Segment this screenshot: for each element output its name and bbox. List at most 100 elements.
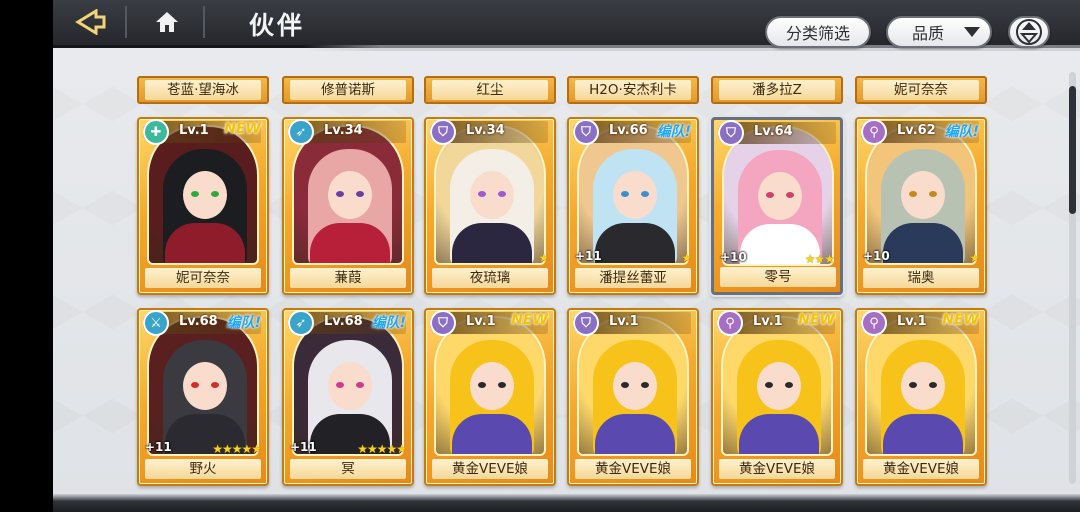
portrait-outfit xyxy=(595,223,675,263)
partner-card[interactable]: ⛉ Lv.66 编队! +11 ★ 潘提丝蕾亚 xyxy=(567,117,699,295)
partner-card-partial[interactable]: 红尘 xyxy=(424,76,556,104)
portrait-eye xyxy=(498,191,506,197)
partner-card[interactable]: ⚲ Lv.1 NEW 黄金VEVE娘 xyxy=(711,308,843,486)
partner-portrait xyxy=(434,316,546,456)
portrait-eye xyxy=(336,382,344,388)
name-plate: 黄金VEVE娘 xyxy=(429,456,551,482)
partner-card[interactable]: ⚲ Lv.1 NEW 黄金VEVE娘 xyxy=(855,308,987,486)
name-plate: 瑞奥 xyxy=(860,265,982,291)
partner-name: 瑞奥 xyxy=(863,268,979,288)
partner-card-partial[interactable]: 苍蓝·望海冰 xyxy=(137,76,269,104)
portrait-face xyxy=(328,362,372,410)
new-badge: NEW xyxy=(224,121,261,137)
portrait-eye xyxy=(478,382,486,388)
partner-card-partial[interactable]: H2O·安杰利卡 xyxy=(567,76,699,104)
partner-name: 妮可奈奈 xyxy=(145,268,261,288)
portrait-outfit xyxy=(165,223,245,263)
enhance-count: +10 xyxy=(720,250,747,264)
quality-label: 品质 xyxy=(912,24,945,43)
partner-portrait xyxy=(292,125,404,265)
partner-card[interactable]: ⛉ Lv.34 ★ 夜琉璃 xyxy=(424,117,556,295)
portrait-eye xyxy=(336,191,344,197)
partner-card-partial[interactable]: 潘多拉Z xyxy=(711,76,843,104)
portrait-eye xyxy=(785,382,793,388)
partner-portrait xyxy=(147,316,259,456)
partner-card[interactable]: ✚ Lv.1 NEW 妮可奈奈 xyxy=(137,117,269,295)
portrait-eye xyxy=(786,192,794,198)
partner-name: 妮可奈奈 xyxy=(863,80,979,100)
portrait-eye xyxy=(211,191,219,197)
partner-level: Lv.1 xyxy=(179,123,209,138)
name-plate: 潘提丝蕾亚 xyxy=(572,265,694,291)
enhance-count: +11 xyxy=(575,249,602,263)
home-button[interactable] xyxy=(139,4,195,40)
partner-card-partial[interactable]: 妮可奈奈 xyxy=(855,76,987,104)
name-plate: 蒹葭 xyxy=(287,265,409,291)
portrait-eye xyxy=(929,382,937,388)
star-rating: ★ xyxy=(538,251,549,265)
portrait-outfit xyxy=(310,223,390,263)
portrait-face xyxy=(901,362,945,410)
portrait-outfit xyxy=(595,414,675,454)
nav-divider xyxy=(125,6,127,38)
portrait-outfit xyxy=(883,223,963,263)
nav-divider xyxy=(203,6,205,38)
partner-card[interactable]: ⛉ Lv.1 NEW 黄金VEVE娘 xyxy=(424,308,556,486)
partner-card[interactable]: ⚲ Lv.62 编队! +10 ★ 瑞奥 xyxy=(855,117,987,295)
partner-name: 苍蓝·望海冰 xyxy=(145,80,261,100)
mage-orb-icon: ⚲ xyxy=(717,310,743,336)
category-filter-button[interactable]: 分类筛选 xyxy=(765,16,871,48)
star-rating: ★★★★★ xyxy=(212,442,262,456)
name-plate: 夜琉璃 xyxy=(429,265,551,291)
name-plate: 妮可奈奈 xyxy=(142,265,264,291)
partner-portrait xyxy=(292,316,404,456)
star-rating: ★ xyxy=(969,251,980,265)
enhance-count: +10 xyxy=(863,249,890,263)
back-button[interactable] xyxy=(63,4,119,40)
scroll-thumb[interactable] xyxy=(1069,86,1076,214)
partner-level: Lv.1 xyxy=(609,314,639,329)
partner-card[interactable]: ➶ Lv.68 编队! +11 ★★★★★ 冥 xyxy=(282,308,414,486)
portrait-outfit xyxy=(883,414,963,454)
partner-name: 修普诺斯 xyxy=(290,80,406,100)
partner-card-partial[interactable]: 修普诺斯 xyxy=(282,76,414,104)
partner-name: 潘提丝蕾亚 xyxy=(575,268,691,288)
partner-portrait xyxy=(577,125,689,265)
portrait-outfit xyxy=(452,414,532,454)
partner-portrait xyxy=(722,126,834,266)
partner-name: 黄金VEVE娘 xyxy=(432,459,548,479)
archer-bow-icon: ➶ xyxy=(288,119,314,145)
partner-portrait xyxy=(147,125,259,265)
partner-level: Lv.1 xyxy=(897,314,927,329)
defender-shield-icon: ⛉ xyxy=(718,120,744,146)
partner-card[interactable]: ⛉ Lv.1 黄金VEVE娘 xyxy=(567,308,699,486)
sort-toggle-icon xyxy=(1016,19,1042,45)
partner-level: Lv.66 xyxy=(609,123,648,138)
sort-toggle-button[interactable] xyxy=(1008,16,1050,48)
page-title: 伙伴 xyxy=(249,11,306,40)
portrait-eye xyxy=(356,191,364,197)
partner-name: 零号 xyxy=(720,267,836,287)
scrollbar[interactable] xyxy=(1069,72,1076,484)
partner-card[interactable]: ➶ Lv.34 蒹葭 xyxy=(282,117,414,295)
quality-dropdown[interactable]: 品质 xyxy=(886,16,992,48)
defender-shield-icon: ⛉ xyxy=(430,310,456,336)
partner-portrait xyxy=(865,316,977,456)
partner-portrait xyxy=(721,316,833,456)
partner-card[interactable]: ⛉ Lv.64 +10 ★★★ 零号 xyxy=(711,117,843,295)
defender-shield-icon: ⛉ xyxy=(573,310,599,336)
star-rating: ★ xyxy=(681,251,692,265)
enhance-count: +11 xyxy=(290,440,317,454)
partner-name: 野火 xyxy=(145,459,261,479)
name-plate: 冥 xyxy=(287,456,409,482)
portrait-eye xyxy=(909,191,917,197)
portrait-face xyxy=(470,171,514,219)
partner-card[interactable]: ⚔ Lv.68 编队! +11 ★★★★★ 野火 xyxy=(137,308,269,486)
portrait-eye xyxy=(766,192,774,198)
chevron-down-icon xyxy=(964,27,980,37)
portrait-face xyxy=(613,171,657,219)
portrait-face xyxy=(758,172,802,220)
back-arrow-icon xyxy=(75,9,106,35)
portrait-eye xyxy=(909,382,917,388)
partner-level: Lv.34 xyxy=(324,123,363,138)
